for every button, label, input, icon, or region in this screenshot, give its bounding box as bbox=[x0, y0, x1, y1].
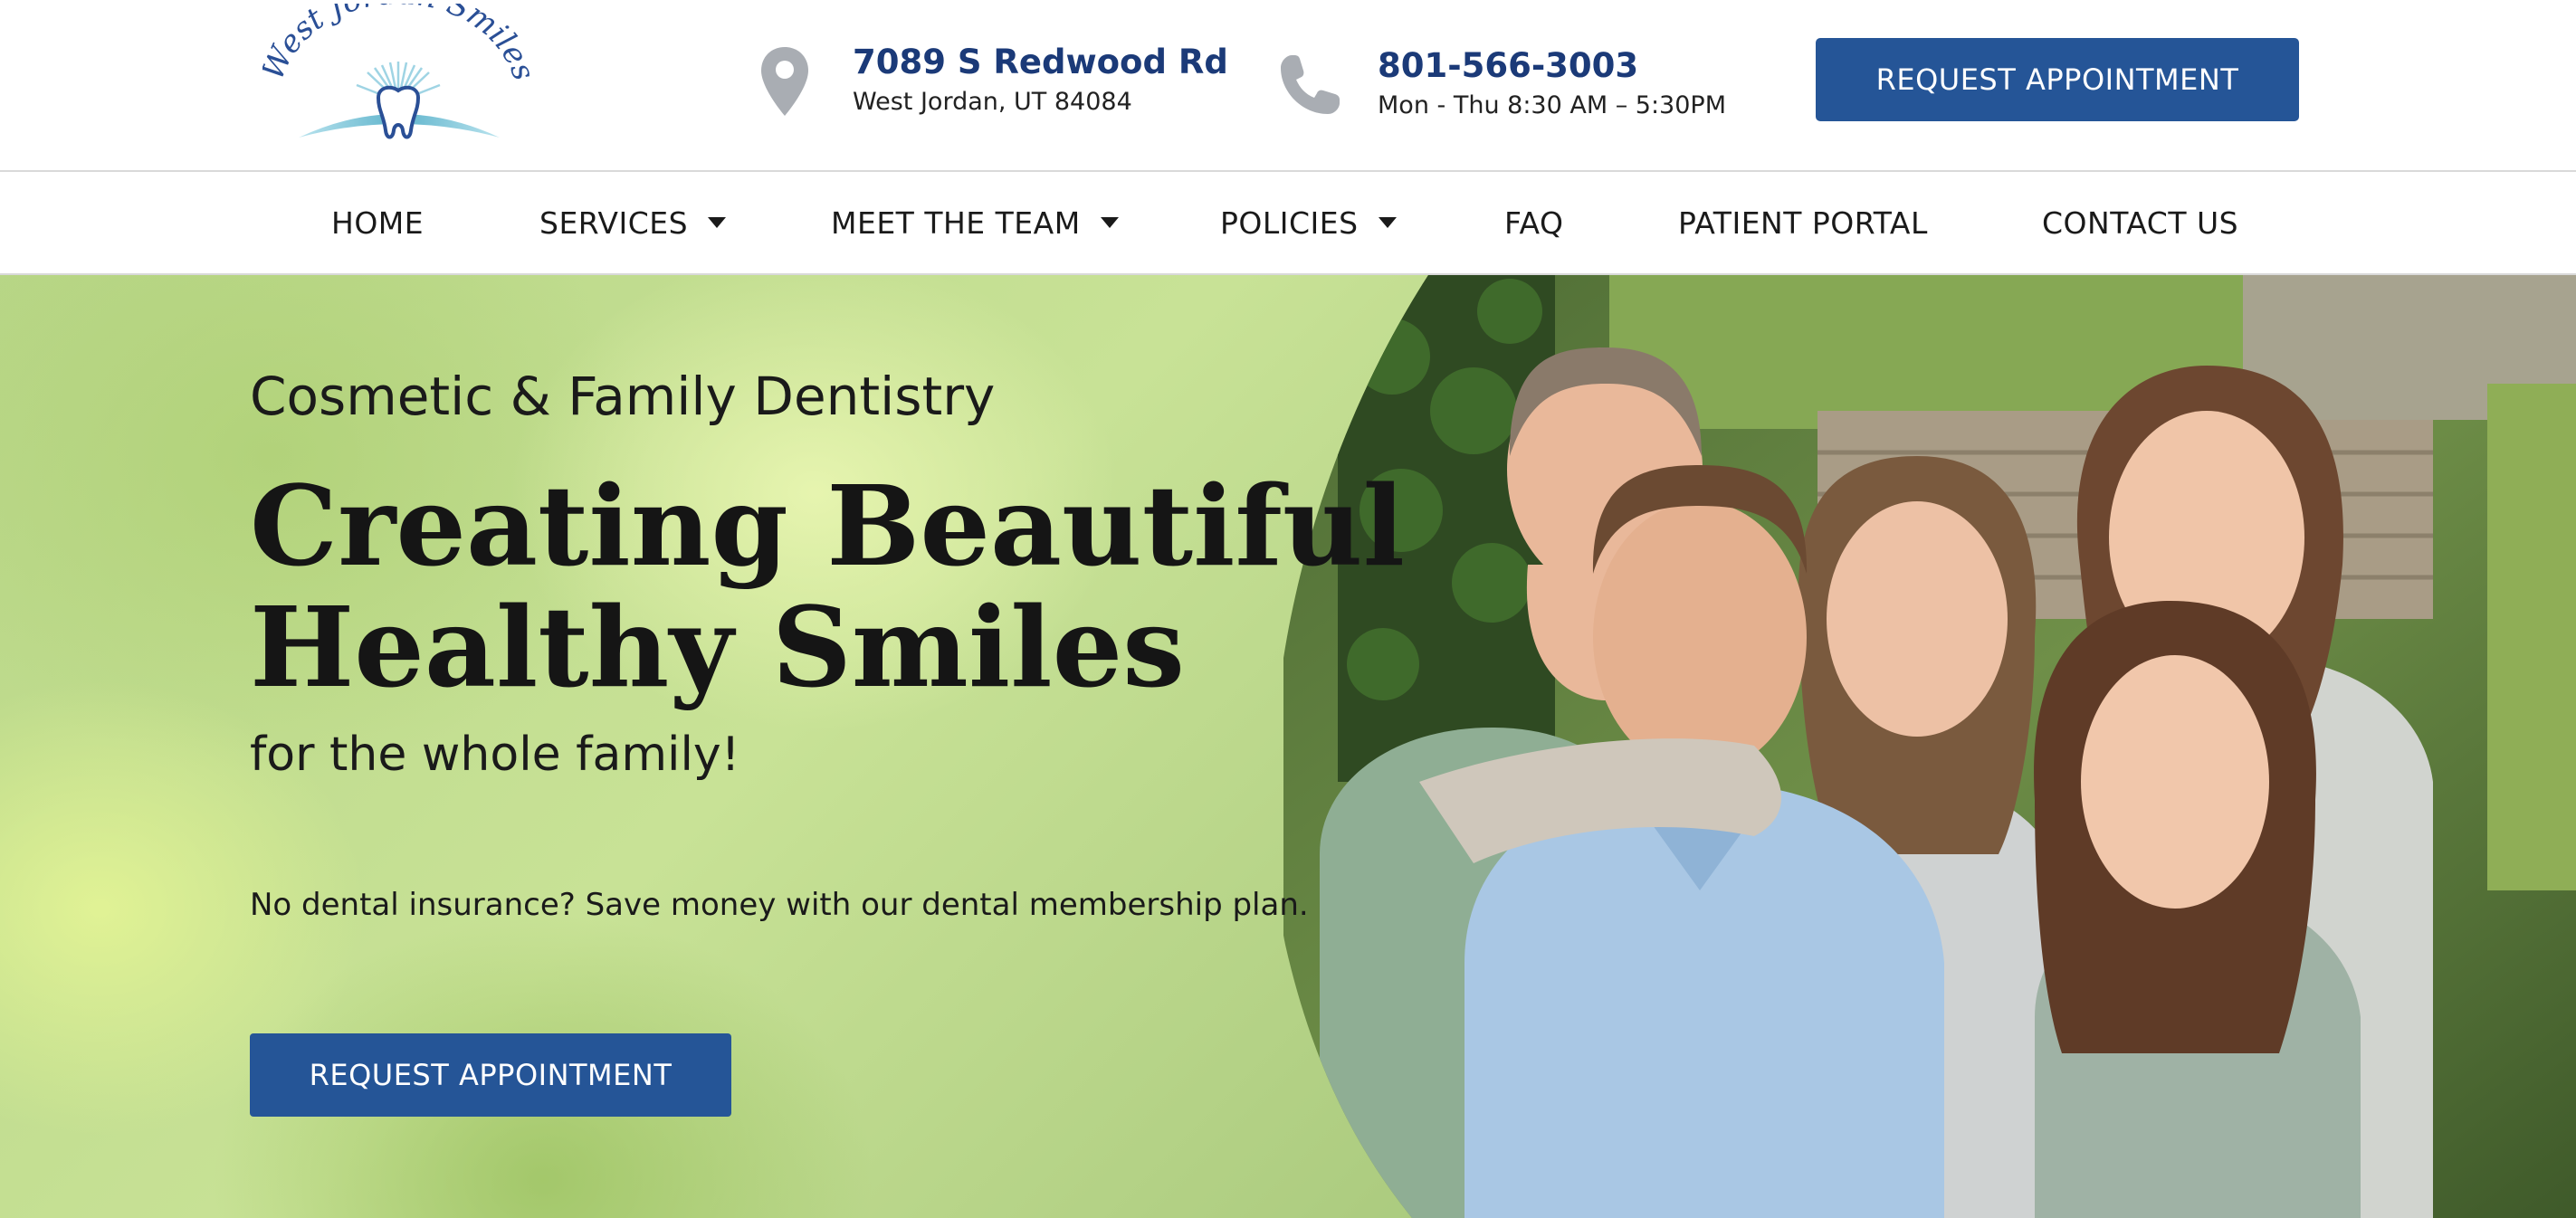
nav-item-label: MEET THE TEAM bbox=[831, 205, 1081, 241]
address-block: 7089 S Redwood Rd West Jordan, UT 84084 bbox=[753, 27, 1228, 136]
nav-item-label: HOME bbox=[331, 205, 425, 241]
nav-item-label: PATIENT PORTAL bbox=[1678, 205, 1928, 241]
office-hours: Mon - Thu 8:30 AM – 5:30PM bbox=[1378, 91, 1726, 120]
hero-tagline: for the whole family! bbox=[250, 728, 740, 782]
hero-headline-line: Creating Beautiful bbox=[250, 461, 1405, 591]
hero-eyebrow: Cosmetic & Family Dentistry bbox=[250, 366, 996, 427]
hero-request-appointment-button[interactable]: REQUEST APPOINTMENT bbox=[250, 1033, 731, 1117]
nav-item-patient-portal[interactable]: PATIENT PORTAL bbox=[1678, 172, 1928, 273]
hero-headline-line: Healthy Smiles bbox=[250, 582, 1185, 712]
caret-down-icon bbox=[1100, 217, 1119, 228]
hero-headline: Creating Beautiful Healthy Smiles bbox=[250, 465, 1405, 708]
nav-item-label: FAQ bbox=[1504, 205, 1564, 241]
nav-item-label: SERVICES bbox=[539, 205, 689, 241]
phone-icon bbox=[1278, 44, 1341, 126]
family-photo bbox=[1283, 275, 2576, 1218]
phone-block: 801-566-3003 Mon - Thu 8:30 AM – 5:30PM bbox=[1278, 31, 1726, 139]
site-logo[interactable]: West Jordan Smiles bbox=[262, 4, 534, 163]
site-header: West Jordan Smiles bbox=[0, 0, 2576, 170]
caret-down-icon bbox=[1378, 217, 1397, 228]
main-nav: HOME SERVICES MEET THE TEAM POLICIES FAQ… bbox=[0, 170, 2576, 275]
nav-item-policies[interactable]: POLICIES bbox=[1220, 172, 1397, 273]
nav-item-label: POLICIES bbox=[1220, 205, 1359, 241]
phone-number[interactable]: 801-566-3003 bbox=[1378, 45, 1726, 87]
nav-item-home[interactable]: HOME bbox=[331, 172, 424, 273]
nav-item-label: CONTACT US bbox=[2042, 205, 2239, 241]
map-pin-icon bbox=[753, 41, 816, 122]
tooth-icon bbox=[376, 85, 421, 139]
caret-down-icon bbox=[708, 217, 727, 228]
nav-item-contact-us[interactable]: CONTACT US bbox=[2042, 172, 2238, 273]
hero-section: Cosmetic & Family Dentistry Creating Bea… bbox=[0, 275, 2576, 1218]
nav-item-meet-the-team[interactable]: MEET THE TEAM bbox=[831, 172, 1119, 273]
address-city: West Jordan, UT 84084 bbox=[853, 88, 1132, 117]
membership-plan-text: No dental insurance? Save money with our… bbox=[250, 887, 1309, 923]
nav-item-faq[interactable]: FAQ bbox=[1504, 172, 1563, 273]
nav-item-services[interactable]: SERVICES bbox=[539, 172, 727, 273]
header-request-appointment-button[interactable]: REQUEST APPOINTMENT bbox=[1816, 38, 2299, 121]
address-street[interactable]: 7089 S Redwood Rd bbox=[853, 42, 1228, 83]
